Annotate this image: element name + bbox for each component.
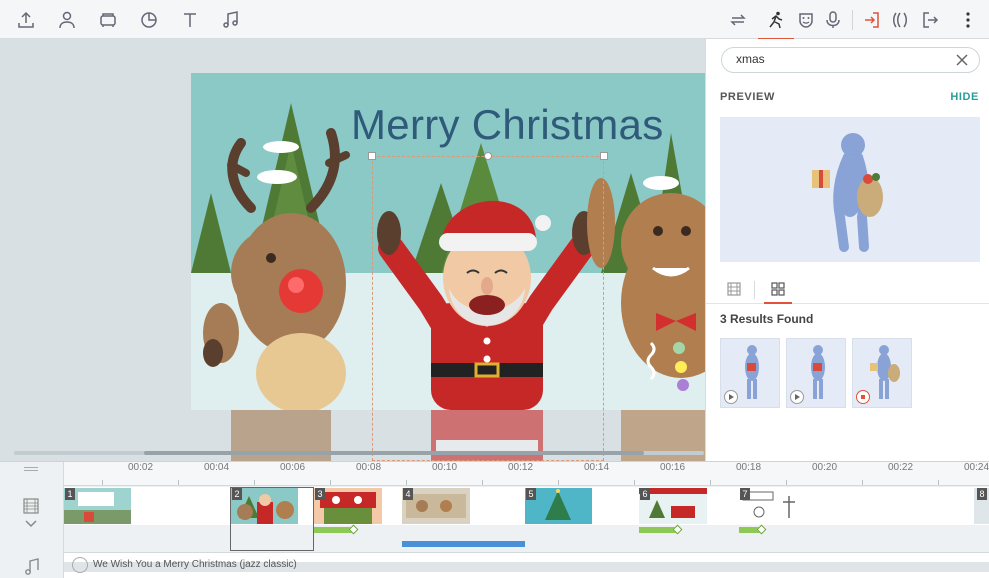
character-icon[interactable] <box>53 6 81 34</box>
tick-label: 00:04 <box>204 462 230 473</box>
stage-area[interactable]: Merry Christmas <box>0 39 705 461</box>
tick-mark <box>406 480 407 485</box>
actions-icon[interactable] <box>758 6 794 40</box>
more-menu-icon[interactable] <box>954 6 982 34</box>
enter-effect-icon[interactable] <box>858 6 886 34</box>
text-icon[interactable] <box>176 6 204 34</box>
time-ruler[interactable]: 00:02 00:04 00:06 00:08 00:10 00:12 00:1… <box>64 462 989 486</box>
motion-path-icon[interactable] <box>886 6 914 34</box>
tick-mark <box>330 480 331 485</box>
tick-label: 00:14 <box>584 462 610 473</box>
swap-icon[interactable] <box>724 6 752 34</box>
chart-icon[interactable] <box>135 6 163 34</box>
tick-label: 00:10 <box>432 462 458 473</box>
tick-mark <box>710 480 711 485</box>
search-input[interactable] <box>736 52 936 66</box>
play-button[interactable] <box>724 390 738 404</box>
tab-list-view[interactable] <box>724 280 744 298</box>
tick-label: 00:22 <box>888 462 914 473</box>
audio-track-title: We Wish You a Merry Christmas (jazz clas… <box>93 559 297 570</box>
play-button[interactable] <box>790 390 804 404</box>
timeline-collapse-handle[interactable] <box>24 467 38 468</box>
tick-label: 00:12 <box>508 462 534 473</box>
preview-box <box>720 117 980 262</box>
result-item[interactable] <box>786 338 846 408</box>
timeline: 00:02 00:04 00:06 00:08 00:10 00:12 00:1… <box>0 461 989 578</box>
play-icon <box>729 394 734 400</box>
stop-icon <box>861 395 865 399</box>
tick-label: 00:08 <box>356 462 382 473</box>
expression-icon[interactable] <box>792 6 820 34</box>
microphone-icon[interactable] <box>819 6 847 34</box>
selected-scene-outline <box>230 487 314 551</box>
tick-mark <box>254 480 255 485</box>
scene-number: 6 <box>640 488 650 500</box>
top-toolbar <box>0 0 989 40</box>
library-panel: PREVIEW HIDE 3 Results Found <box>705 39 989 461</box>
results-count: 3 Results Found <box>720 312 814 326</box>
preview-label: PREVIEW <box>720 91 775 103</box>
tabs-divider <box>754 281 755 299</box>
tick-label: 00:06 <box>280 462 306 473</box>
tick-label: 00:20 <box>812 462 838 473</box>
tick-mark <box>786 480 787 485</box>
tick-label: 00:02 <box>128 462 154 473</box>
toolbar-divider <box>852 10 853 30</box>
preview-character-image <box>812 133 883 252</box>
grid-icon <box>771 282 785 296</box>
scene-number: 7 <box>740 488 750 500</box>
timeline-gutter <box>0 462 64 578</box>
stop-button[interactable] <box>856 390 870 404</box>
tick-mark <box>482 480 483 485</box>
hide-preview-link[interactable]: HIDE <box>950 91 979 103</box>
result-item[interactable] <box>720 338 780 408</box>
film-icon <box>23 498 39 514</box>
tab-grid-view[interactable] <box>764 280 792 304</box>
search-box[interactable] <box>721 47 980 73</box>
tick-mark <box>558 480 559 485</box>
scene-number: 8 <box>977 488 987 500</box>
tick-label: 00:24 <box>964 462 989 473</box>
result-item[interactable] <box>852 338 912 408</box>
scene-number: 5 <box>526 488 536 500</box>
scrollbar-thumb[interactable] <box>144 451 644 455</box>
resize-handle-top-left[interactable] <box>368 152 376 160</box>
play-icon <box>795 394 800 400</box>
resize-handle-top-right[interactable] <box>600 152 608 160</box>
tick-mark <box>634 480 635 485</box>
tick-mark <box>102 480 103 485</box>
tick-mark <box>862 480 863 485</box>
music-icon[interactable] <box>217 6 245 34</box>
chevron-down-icon[interactable] <box>25 520 37 528</box>
tick-label: 00:18 <box>736 462 762 473</box>
transition-bar[interactable] <box>402 541 525 547</box>
stage-horizontal-scrollbar[interactable] <box>14 451 704 455</box>
scene-number: 1 <box>65 488 75 500</box>
scene-track: 1 2 3 4 5 6 7 8 <box>64 487 989 551</box>
tick-mark <box>938 480 939 485</box>
view-tabs <box>706 275 989 304</box>
exit-effect-icon[interactable] <box>916 6 944 34</box>
upload-icon[interactable] <box>12 6 40 34</box>
scene-number: 3 <box>315 488 325 500</box>
close-icon[interactable] <box>955 53 969 67</box>
film-icon <box>727 282 741 296</box>
props-icon[interactable] <box>94 6 122 34</box>
tick-mark <box>178 480 179 485</box>
scene-3-duration-bar[interactable] <box>314 527 354 533</box>
music-note-icon <box>72 557 88 573</box>
selection-box[interactable] <box>368 152 608 461</box>
tick-label: 00:16 <box>660 462 686 473</box>
rotate-handle[interactable] <box>484 152 492 160</box>
music-icon <box>25 558 39 575</box>
scene-number: 4 <box>403 488 413 500</box>
audio-track[interactable]: We Wish You a Merry Christmas (jazz clas… <box>64 552 989 578</box>
